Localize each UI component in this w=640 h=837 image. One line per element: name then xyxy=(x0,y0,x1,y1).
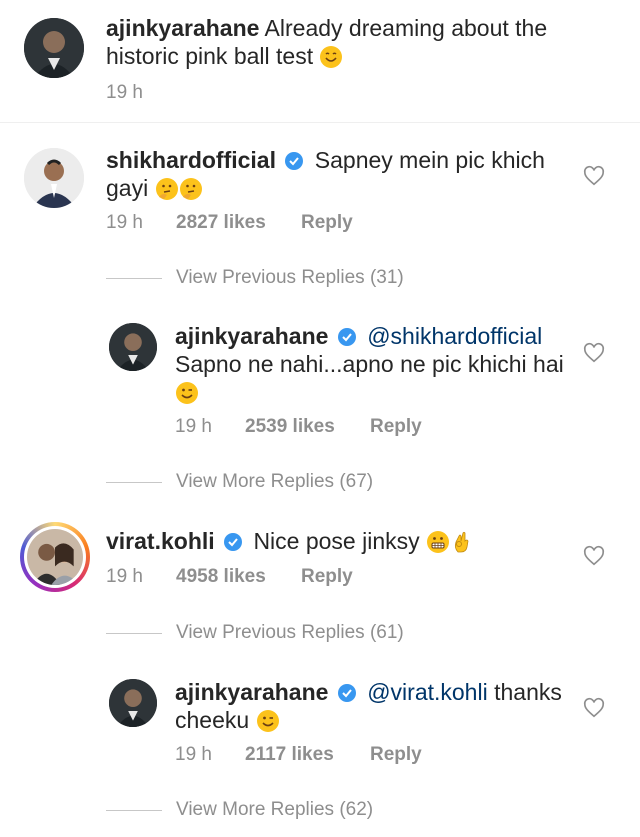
timestamp: 19 h xyxy=(175,744,212,765)
like-heart-icon[interactable] xyxy=(583,697,605,719)
view-replies-link[interactable]: View Previous Replies (31) xyxy=(106,267,404,289)
reply-button[interactable]: Reply xyxy=(301,212,353,234)
likes-count[interactable]: 2827 likes xyxy=(176,212,301,234)
grimacing-emoji-icon xyxy=(427,531,450,553)
verified-badge-icon xyxy=(337,684,356,702)
comment-meta: 19 h 2117 likes Reply xyxy=(175,744,422,766)
avatar-ajinkyarahane[interactable] xyxy=(109,679,157,727)
view-replies-link[interactable]: View Previous Replies (61) xyxy=(106,622,404,644)
comment-reply: ajinkyarahane @virat.kohli thanks cheeku xyxy=(175,678,575,734)
timestamp: 19 h xyxy=(106,82,143,103)
comment-meta: 19 h 4958 likes Reply xyxy=(106,566,353,588)
like-heart-icon[interactable] xyxy=(583,545,605,567)
timestamp: 19 h xyxy=(106,566,143,587)
comment-meta: 19 h 2539 likes Reply xyxy=(175,416,422,438)
like-heart-icon[interactable] xyxy=(583,342,605,364)
comment-meta: 19 h 2827 likes Reply xyxy=(106,212,353,234)
comment-text: thanks xyxy=(494,679,562,705)
avatar-ajinkyarahane[interactable] xyxy=(24,18,84,78)
like-heart-icon[interactable] xyxy=(583,165,605,187)
view-replies-link[interactable]: View More Replies (62) xyxy=(106,799,373,821)
likes-count[interactable]: 2117 likes xyxy=(245,744,370,766)
thinking-emoji-icon xyxy=(179,178,202,200)
avatar-ajinkyarahane[interactable] xyxy=(109,323,157,371)
avatar-image xyxy=(27,529,83,585)
comment-text: cheeku xyxy=(175,707,250,733)
avatar-virat-kohli[interactable] xyxy=(20,522,90,592)
mention-link[interactable]: @shikhardofficial xyxy=(367,323,542,349)
ok-hand-emoji-icon xyxy=(454,531,469,553)
thinking-emoji-icon xyxy=(155,178,178,200)
comment: shikhardofficial Sapney mein pic khich g… xyxy=(106,146,566,202)
username[interactable]: ajinkyarahane xyxy=(175,323,328,349)
divider xyxy=(0,122,640,123)
view-replies-label: View More Replies (67) xyxy=(176,471,374,492)
view-replies-link[interactable]: View More Replies (67) xyxy=(106,471,373,493)
view-replies-label: View Previous Replies (31) xyxy=(176,267,404,288)
winking-emoji-icon xyxy=(176,382,198,404)
divider-line xyxy=(106,809,162,811)
timestamp: 19 h xyxy=(106,212,143,233)
reply-button[interactable]: Reply xyxy=(301,566,353,588)
mention-link[interactable]: @virat.kohli xyxy=(367,679,488,705)
comment-meta: 19 h xyxy=(106,82,176,104)
username[interactable]: ajinkyarahane xyxy=(175,679,328,705)
view-replies-label: View Previous Replies (61) xyxy=(176,622,404,643)
comment-text: Sapney mein pic khich xyxy=(314,147,545,173)
likes-count[interactable]: 4958 likes xyxy=(176,566,301,588)
comment-text: historic pink ball test xyxy=(106,43,314,69)
username[interactable]: virat.kohli xyxy=(106,528,215,554)
verified-badge-icon xyxy=(337,328,356,346)
comment-text: Already dreaming about the xyxy=(264,15,548,41)
comment-text: Nice pose jinksy xyxy=(253,528,420,554)
comment-text: gayi xyxy=(106,175,149,201)
view-replies-label: View More Replies (62) xyxy=(176,799,374,820)
reply-button[interactable]: Reply xyxy=(370,744,422,766)
likes-count[interactable]: 2539 likes xyxy=(245,416,370,438)
comment-text: Sapno ne nahi...apno ne pic khichi hai xyxy=(175,351,564,377)
winking-emoji-icon xyxy=(256,710,279,732)
comment-caption: ajinkyarahane Already dreaming about the… xyxy=(106,14,606,70)
divider-line xyxy=(106,632,162,634)
divider-line xyxy=(106,481,162,483)
username[interactable]: shikhardofficial xyxy=(106,147,276,173)
verified-badge-icon xyxy=(224,533,243,551)
smiling-emoji-icon xyxy=(320,46,343,68)
reply-button[interactable]: Reply xyxy=(370,416,422,438)
timestamp: 19 h xyxy=(175,416,212,437)
username[interactable]: ajinkyarahane xyxy=(106,15,259,41)
comment-reply: ajinkyarahane @shikhardofficial Sapno ne… xyxy=(175,322,575,406)
divider-line xyxy=(106,277,162,279)
avatar-inner xyxy=(24,526,86,588)
avatar-shikhardofficial[interactable] xyxy=(24,148,84,208)
comment: virat.kohli Nice pose jinksy xyxy=(106,527,566,555)
verified-badge-icon xyxy=(285,152,304,170)
